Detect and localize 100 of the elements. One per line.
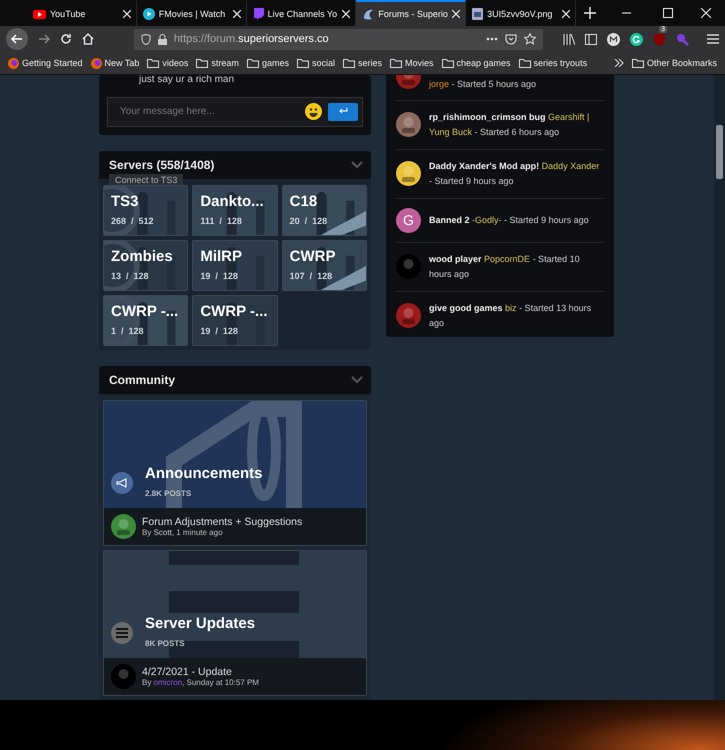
- server-name: Dankto...: [200, 192, 264, 210]
- bookmark-item[interactable]: series: [342, 58, 382, 68]
- home-icon[interactable]: [82, 33, 94, 46]
- close-icon[interactable]: [701, 8, 711, 18]
- player-count: 111 / 128: [200, 216, 242, 226]
- bookmark-item[interactable]: cheap games: [442, 58, 511, 68]
- folder-icon: [196, 58, 208, 68]
- topic-entry[interactable]: jorge - Started 5 hours ago: [429, 76, 536, 92]
- image-icon: [472, 8, 484, 20]
- chat-icon: [252, 8, 264, 20]
- player-count: 107 / 128: [290, 270, 332, 281]
- server-name: TS3: [111, 192, 139, 210]
- player-count: 19 / 128: [200, 326, 238, 336]
- topic-entry[interactable]: wood player PopcornDE - Started 10 hours ago: [429, 252, 604, 282]
- bookmark-item[interactable]: videos: [147, 58, 188, 68]
- pocket-icon[interactable]: [505, 34, 518, 45]
- folder-icon: [442, 58, 454, 68]
- server-name: CWRP: [290, 248, 336, 265]
- close-icon[interactable]: [562, 10, 570, 18]
- close-icon[interactable]: [452, 10, 460, 18]
- folder-icon: [147, 58, 160, 68]
- extension-icon[interactable]: [630, 32, 644, 46]
- player-count: 268 / 512: [111, 216, 154, 226]
- user-avatar: G: [396, 208, 421, 233]
- bookmark-item[interactable]: series tryouts: [518, 58, 588, 68]
- star-icon[interactable]: [524, 33, 536, 46]
- library-icon[interactable]: [563, 34, 576, 45]
- maximize-icon[interactable]: [663, 8, 674, 18]
- extension-icon[interactable]: [607, 32, 620, 46]
- lock-icon: [158, 34, 167, 45]
- folder-icon: [632, 58, 644, 68]
- url-text: https://forum.superiorservers.co: [174, 33, 330, 46]
- panel-title: Servers (558/1408): [109, 158, 214, 172]
- latest-thread[interactable]: 4/27/2021 - Update: [142, 666, 259, 678]
- forward-icon[interactable]: [38, 33, 50, 46]
- menu-icon[interactable]: [707, 34, 720, 44]
- topic-entry[interactable]: Daddy Xander's Mod app! Daddy Xander - Started 9 hours ago: [429, 158, 604, 189]
- server-tile[interactable]: Zombies 13 / 128: [103, 240, 188, 291]
- tooltip: Connect to TS3: [109, 174, 184, 186]
- folder-icon: [246, 58, 259, 68]
- firefox-icon: [8, 58, 19, 69]
- forum-card[interactable]: Server Updates 8K POSTS 4/27/2021 - Update By omicron, Sunday at 10:57 PM: [103, 550, 367, 696]
- address-bar[interactable]: https://forum.superiorservers.co: [134, 28, 544, 50]
- folder-icon: [390, 58, 402, 68]
- player-count: 20 / 128: [290, 216, 328, 226]
- server-tile[interactable]: C18 20 / 128: [282, 184, 367, 236]
- message-field[interactable]: Your message here...: [118, 105, 299, 118]
- chevron-down-icon[interactable]: [351, 160, 363, 169]
- bookmark-item[interactable]: games: [246, 58, 289, 68]
- post-count: 8K POSTS: [145, 638, 185, 648]
- play-icon: [142, 8, 155, 20]
- server-name: Zombies: [111, 248, 173, 265]
- bookmark-item[interactable]: stream: [196, 58, 239, 68]
- bookmark-item[interactable]: Getting Started: [8, 58, 83, 69]
- video-icon: [33, 10, 46, 18]
- chat-message: just say ur a rich man: [138, 74, 236, 87]
- thread-meta: By omicron, Sunday at 10:57 PM: [142, 678, 259, 687]
- back-icon[interactable]: [6, 28, 28, 50]
- post-count: 2.8K POSTS: [145, 488, 192, 498]
- reload-icon[interactable]: [60, 33, 72, 46]
- smiley-icon[interactable]: [305, 103, 322, 120]
- topic-entry[interactable]: rp_rishimoon_crimson bug Gearshift | Yung Buck - Started 6 hours ago: [429, 110, 604, 140]
- enter-icon: [338, 108, 348, 114]
- bookmark-item[interactable]: Other Bookmarks: [632, 58, 717, 68]
- message-box[interactable]: Your message here...: [107, 96, 363, 127]
- server-name: MilRP: [200, 248, 242, 265]
- forum-title: Announcements: [145, 464, 263, 482]
- server-name: CWRP -...: [111, 302, 178, 320]
- close-icon[interactable]: [342, 10, 350, 18]
- player-count: 19 / 128: [200, 270, 238, 281]
- chevron-icon[interactable]: [614, 59, 624, 68]
- bookmark-item[interactable]: New Tab: [90, 58, 140, 69]
- server-tile[interactable]: MilRP 19 / 128: [192, 240, 278, 291]
- close-icon[interactable]: [232, 10, 241, 18]
- thread-meta: By Scott, 1 minute ago: [142, 528, 224, 537]
- server-tile[interactable]: CWRP -... 19 / 128: [192, 294, 278, 346]
- shield-icon: [140, 34, 151, 45]
- topic-entry[interactable]: give good games biz - Started 13 hours ago: [429, 300, 604, 331]
- sidebar-icon[interactable]: [585, 34, 598, 45]
- server-tile[interactable]: CWRP 107 / 128: [282, 240, 367, 291]
- forum-card[interactable]: Announcements 2.8K POSTS Forum Adjustments + Suggestions By Scott, 1 minute ago: [103, 400, 367, 546]
- server-name: CWRP -...: [200, 302, 268, 320]
- server-tile[interactable]: CWRP -... 1 / 128: [103, 294, 188, 346]
- forum-title: Server Updates: [145, 614, 256, 632]
- chevron-down-icon[interactable]: [351, 376, 363, 384]
- bookmark-item[interactable]: social: [296, 58, 335, 68]
- swirl-icon: [362, 8, 374, 20]
- scrollbar[interactable]: [714, 74, 725, 700]
- firefox-icon: [90, 58, 102, 69]
- player-count: 1 / 128: [111, 326, 144, 336]
- server-tile[interactable]: TS3 268 / 512: [103, 184, 188, 236]
- more-icon[interactable]: [486, 37, 498, 42]
- server-tile[interactable]: Dankto... 111 / 128: [192, 184, 278, 236]
- send-button[interactable]: [328, 102, 358, 121]
- browser-tab[interactable]: Forums - Superio: [356, 0, 466, 26]
- latest-thread[interactable]: Forum Adjustments + Suggestions: [142, 516, 302, 528]
- close-icon[interactable]: [122, 10, 131, 18]
- new-tab-icon[interactable]: [584, 7, 596, 19]
- topic-entry[interactable]: Banned 2 -Godly- - Started 9 hours ago: [429, 212, 589, 228]
- bookmark-item[interactable]: Movies: [390, 58, 434, 68]
